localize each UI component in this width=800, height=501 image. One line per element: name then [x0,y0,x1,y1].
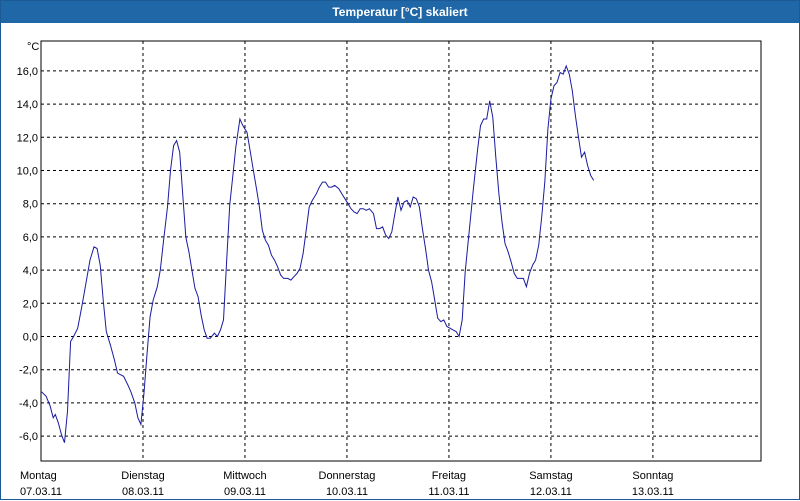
x-tick-day-label: Freitag [432,470,466,482]
x-tick-day-label: Montag [20,470,57,482]
y-tick-label: 6,0 [23,232,38,244]
x-tick-day-label: Dienstag [121,470,164,482]
x-tick-date-label: 12.03.11 [530,486,572,498]
x-tick-day-label: Sonntag [632,470,673,482]
chart-window: Temperatur [°C] skaliert °C 16,0 14,0 12,0… [0,0,800,500]
temperature-chart: °C 16,0 14,0 12,0 10,0 8,0 6,0 4,0 2,0 0,0 -2,0 -4… [17,40,762,498]
y-tick-label: 14,0 [17,99,38,111]
x-axis-ticks: Montag 07.03.11 Dienstag 08.03.11 Mittwoch 09… [20,470,674,498]
x-tick-date-label: 08.03.11 [122,486,164,498]
y-tick-label: -4,0 [19,398,38,410]
y-tick-label: 2,0 [23,298,38,310]
x-tick-date-label: 10.03.11 [326,486,368,498]
y-tick-label: 10,0 [17,165,38,177]
y-tick-label: -2,0 [19,365,38,377]
y-tick-label: -6,0 [19,431,38,443]
chart-grid [41,41,761,461]
x-tick-day-label: Donnerstag [319,470,376,482]
x-tick-date-label: 11.03.11 [428,486,469,498]
temperature-line [40,64,595,443]
y-tick-label: 12,0 [17,132,38,144]
x-tick-date-label: 13.03.11 [632,486,674,498]
x-tick-day-label: Samstag [529,470,572,482]
y-tick-label: 16,0 [17,66,38,78]
y-tick-label: 4,0 [23,265,38,277]
y-tick-label: 0,0 [23,331,38,343]
y-axis-ticks: 16,0 14,0 12,0 10,0 8,0 6,0 4,0 2,0 0,0 -2,0 -4,0 -… [17,66,38,443]
x-tick-date-label: 07.03.11 [20,486,62,498]
y-axis-unit-label: °C [27,41,39,53]
y-tick-label: 8,0 [23,199,38,211]
x-tick-date-label: 09.03.11 [224,486,266,498]
x-tick-day-label: Mittwoch [223,470,266,482]
